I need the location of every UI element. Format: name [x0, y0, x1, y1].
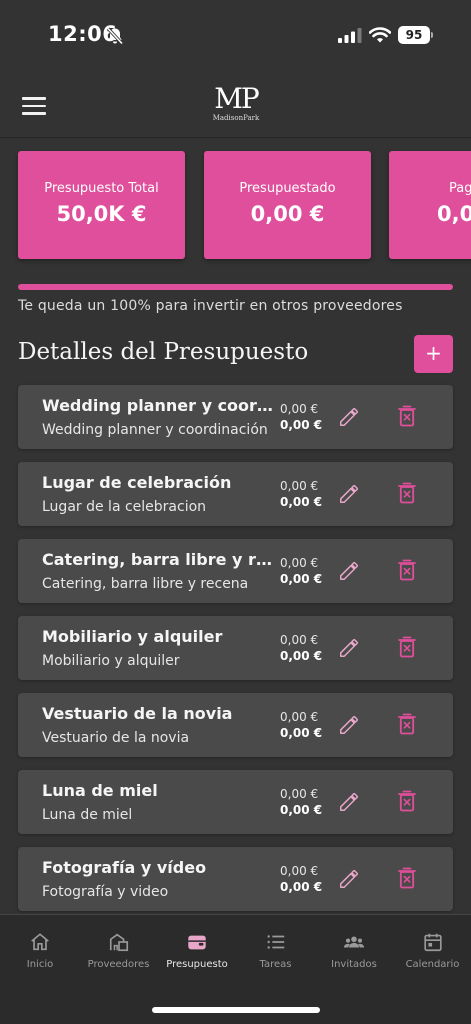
app-header: MP MadisonPark — [0, 70, 471, 138]
summary-card-total: Presupuesto Total 50,0K € — [18, 151, 185, 259]
budget-progress-fill — [18, 284, 453, 290]
budget-item-subtitle: Fotografía y video — [42, 884, 169, 900]
budget-item[interactable]: Catering, barra libre y recena Catering,… — [18, 539, 453, 603]
edit-icon[interactable] — [338, 791, 360, 813]
budget-item-title: Vestuario de la novia — [42, 704, 233, 723]
edit-icon[interactable] — [338, 406, 360, 428]
budget-item-amount: 0,00 € — [280, 402, 319, 416]
people-icon — [343, 936, 365, 948]
budget-item-subtitle: Catering, barra libre y recena — [42, 576, 249, 592]
budget-item-subtitle: Mobiliario y alquiler — [42, 653, 180, 669]
tab-label: Presupuesto — [166, 959, 228, 970]
budget-item-title: Fotografía y vídeo — [42, 858, 207, 877]
edit-icon[interactable] — [338, 868, 360, 890]
budget-item-amount-paid: 0,00 € — [280, 726, 323, 740]
edit-icon[interactable] — [338, 714, 360, 736]
budget-item-title: Catering, barra libre y recena — [42, 550, 278, 569]
logo: MP MadisonPark — [208, 84, 264, 126]
home-indicator — [152, 1007, 320, 1013]
bell-slash-icon — [106, 27, 124, 45]
budget-item-amount-paid: 0,00 € — [280, 572, 323, 586]
budget-item-amount: 0,00 € — [280, 710, 319, 724]
budget-item-amount-paid: 0,00 € — [280, 649, 323, 663]
wifi-icon — [369, 27, 391, 43]
summary-card-budgeted: Presupuestado 0,00 € — [204, 151, 371, 259]
budget-item-amount: 0,00 € — [280, 864, 319, 878]
summary-label: Presupuestado — [239, 181, 336, 196]
logo-mark: MP — [214, 82, 260, 115]
budget-item-subtitle: Wedding planner y coordinación — [42, 422, 268, 438]
battery-tip — [431, 32, 433, 38]
budget-item[interactable]: Lugar de celebración Lugar de la celebra… — [18, 462, 453, 526]
budget-item-subtitle: Lugar de la celebracion — [42, 499, 207, 515]
summary-value: 0,00 € — [250, 202, 325, 226]
budget-item-amount: 0,00 € — [280, 633, 319, 647]
budget-item[interactable]: Wedding planner y coordinación Wedding p… — [18, 385, 453, 449]
summary-card-paid: Pag 0,0 — [389, 151, 471, 259]
tab-label: Invitados — [331, 959, 377, 970]
tab-label: Proveedores — [87, 959, 150, 970]
tab-proveedores[interactable]: Proveedores — [79, 931, 159, 970]
budget-item-amount-paid: 0,00 € — [280, 880, 323, 894]
budget-item-amount-paid: 0,00 € — [280, 495, 323, 509]
tab-invitados[interactable]: Invitados — [314, 931, 394, 970]
tab-label: Calendario — [405, 959, 460, 970]
tab-tareas[interactable]: Tareas — [236, 931, 316, 970]
budget-content[interactable]: Presupuesto Total 50,0K € Presupuestado … — [0, 139, 471, 914]
home-icon — [31, 933, 49, 951]
tab-label: Inicio — [26, 959, 54, 970]
summary-value: 50,0K € — [56, 202, 147, 226]
tab-presupuesto[interactable]: Presupuesto — [157, 931, 237, 970]
list-icon — [266, 935, 284, 949]
delete-icon[interactable] — [398, 713, 416, 735]
budget-item[interactable]: Mobiliario y alquiler Mobiliario y alqui… — [18, 616, 453, 680]
summary-value: 0,0 — [437, 202, 471, 226]
add-budget-item-button[interactable]: + — [414, 335, 453, 373]
battery-icon: 95 — [398, 26, 430, 44]
budget-item-subtitle: Luna de miel — [42, 807, 133, 823]
tab-calendario[interactable]: Calendario — [393, 931, 471, 970]
menu-icon[interactable] — [22, 97, 46, 115]
wallet-icon — [188, 935, 206, 950]
budget-item-subtitle: Vestuario de la novia — [42, 730, 190, 746]
delete-icon[interactable] — [398, 482, 416, 504]
summary-label: Pag — [449, 181, 471, 196]
edit-icon[interactable] — [338, 483, 360, 505]
delete-icon[interactable] — [398, 867, 416, 889]
budget-item-title: Mobiliario y alquiler — [42, 627, 223, 646]
edit-icon[interactable] — [338, 560, 360, 582]
budget-item-title: Lugar de celebración — [42, 473, 232, 492]
budget-item[interactable]: Luna de miel Luna de miel 0,00 € 0,00 € — [18, 770, 453, 834]
budget-item-title: Luna de miel — [42, 781, 158, 800]
logo-text: MadisonPark — [212, 114, 260, 122]
budget-list: Wedding planner y coordinación Wedding p… — [18, 385, 453, 914]
tab-label: Tareas — [259, 959, 292, 970]
progress-caption: Te queda un 100% para invertir en otros … — [18, 298, 403, 314]
delete-icon[interactable] — [398, 790, 416, 812]
status-bar: 12:06 95 — [0, 0, 471, 70]
budget-item[interactable]: Vestuario de la novia Vestuario de la no… — [18, 693, 453, 757]
buildings-icon — [109, 933, 128, 952]
calendar-icon — [423, 933, 442, 952]
delete-icon[interactable] — [398, 405, 416, 427]
delete-icon[interactable] — [398, 559, 416, 581]
delete-icon[interactable] — [398, 636, 416, 658]
section-title: Detalles del Presupuesto — [18, 339, 309, 365]
edit-icon[interactable] — [338, 637, 360, 659]
budget-item[interactable]: Fotografía y vídeo Fotografía y video 0,… — [18, 847, 453, 911]
budget-item-amount: 0,00 € — [280, 556, 319, 570]
summary-label: Presupuesto Total — [44, 181, 159, 196]
tab-inicio[interactable]: Inicio — [0, 931, 80, 970]
budget-item-amount: 0,00 € — [280, 479, 319, 493]
budget-item-amount-paid: 0,00 € — [280, 418, 323, 432]
budget-progress-bar — [18, 284, 453, 290]
budget-item-title: Wedding planner y coordinación — [42, 396, 278, 415]
signal-icon — [338, 28, 362, 43]
budget-item-amount: 0,00 € — [280, 787, 319, 801]
budget-item-amount-paid: 0,00 € — [280, 803, 323, 817]
